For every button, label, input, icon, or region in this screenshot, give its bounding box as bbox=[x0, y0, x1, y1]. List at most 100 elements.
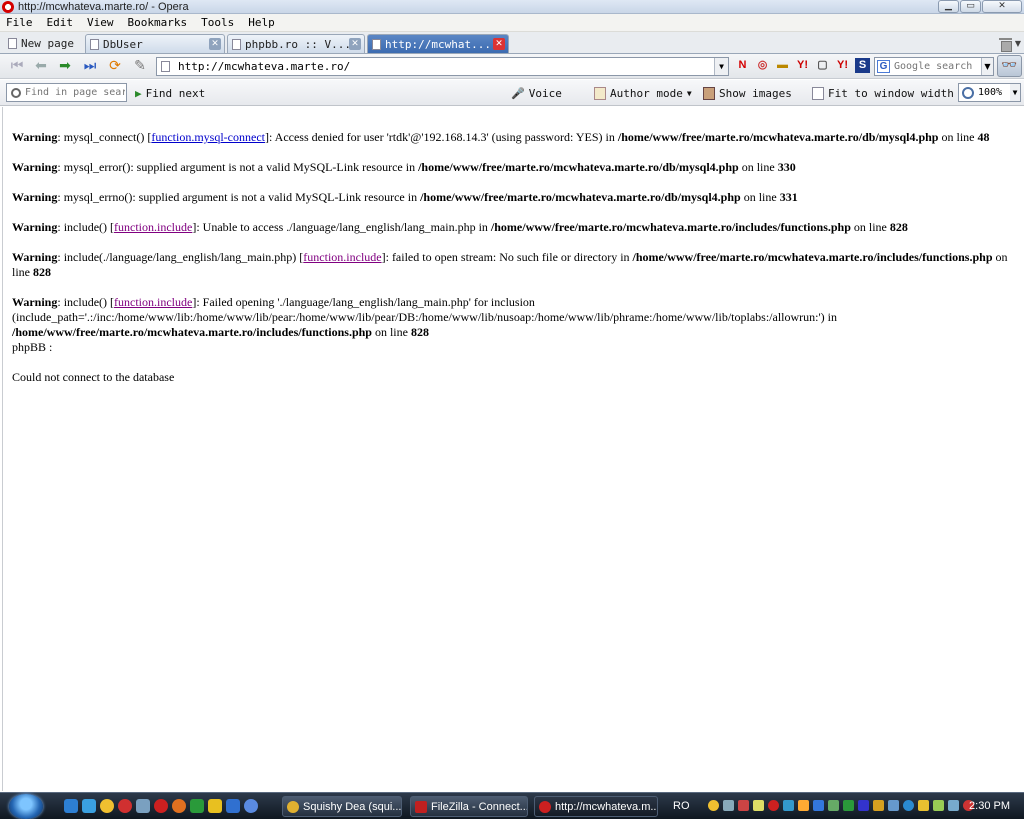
yahoo-icon[interactable]: Y! bbox=[795, 58, 810, 73]
tab-new-page[interactable]: New page bbox=[4, 34, 84, 53]
fit-width-button[interactable]: Fit to window width bbox=[812, 85, 954, 101]
function-link[interactable]: function.include bbox=[303, 250, 381, 264]
service-icon[interactable]: S bbox=[855, 58, 870, 73]
menu-tools[interactable]: Tools bbox=[201, 16, 234, 29]
tray-icon[interactable] bbox=[813, 800, 824, 811]
author-mode-button[interactable]: Author mode ▼ bbox=[594, 85, 692, 101]
show-images-button[interactable]: Show images bbox=[703, 85, 792, 101]
voice-button[interactable]: 🎤 Voice bbox=[511, 85, 562, 101]
function-link[interactable]: function.include bbox=[114, 220, 192, 234]
opera-icon[interactable] bbox=[154, 799, 168, 813]
tray-icon[interactable] bbox=[723, 800, 734, 811]
chevron-down-icon[interactable]: ▼ bbox=[1010, 84, 1020, 101]
voice-label: Voice bbox=[528, 86, 562, 100]
internet-explorer-icon[interactable] bbox=[64, 799, 78, 813]
menu-help[interactable]: Help bbox=[248, 16, 275, 29]
find-input[interactable] bbox=[25, 87, 125, 98]
minimize-button[interactable]: ▁ bbox=[938, 0, 959, 13]
excel-icon[interactable] bbox=[190, 799, 204, 813]
tray-icon[interactable] bbox=[708, 800, 719, 811]
language-indicator[interactable]: RO bbox=[673, 800, 690, 812]
menu-bookmarks[interactable]: Bookmarks bbox=[128, 16, 188, 29]
close-tab-icon[interactable]: ✕ bbox=[349, 38, 361, 50]
warning-text: on line bbox=[938, 130, 978, 144]
glasses-icon[interactable]: 👓 bbox=[997, 55, 1022, 77]
menu-file[interactable]: File bbox=[6, 16, 33, 29]
file-path: /home/www/free/marte.ro/mcwhateva.marte.… bbox=[617, 130, 939, 144]
warning-text: : include() [ bbox=[57, 220, 115, 234]
tray-icon[interactable] bbox=[918, 800, 929, 811]
quicklaunch-icon[interactable] bbox=[136, 799, 150, 813]
start-button[interactable] bbox=[9, 794, 43, 819]
n-service-icon[interactable]: N bbox=[735, 58, 750, 73]
function-link[interactable]: function.include bbox=[114, 295, 192, 309]
chevron-down-icon[interactable]: ▼ bbox=[1015, 39, 1021, 48]
quicklaunch-icon[interactable] bbox=[118, 799, 132, 813]
tray-icon[interactable] bbox=[798, 800, 809, 811]
quicklaunch-icon[interactable] bbox=[82, 799, 96, 813]
tray-icon[interactable] bbox=[768, 800, 779, 811]
warning-message: Warning: mysql_errno(): supplied argumen… bbox=[12, 190, 1016, 205]
tab-phpbb[interactable]: phpbb.ro :: V... ✕ bbox=[227, 34, 365, 53]
forward-arrow-icon[interactable]: ➡ bbox=[56, 58, 74, 74]
phpbb-label: phpBB : bbox=[12, 340, 53, 354]
address-bar[interactable]: http://mcwhateva.marte.ro/ ▼ bbox=[156, 57, 729, 76]
menu-view[interactable]: View bbox=[87, 16, 114, 29]
search-input[interactable] bbox=[894, 61, 980, 72]
close-button[interactable]: ✕ bbox=[982, 0, 1022, 13]
tray-icon[interactable] bbox=[873, 800, 884, 811]
taskbar-item-opera[interactable]: http://mcwhateva.m... bbox=[534, 796, 658, 817]
tray-icon[interactable] bbox=[783, 800, 794, 811]
service-icon[interactable]: ▢ bbox=[815, 58, 830, 73]
tray-icon[interactable] bbox=[828, 800, 839, 811]
search-box[interactable]: G ▼ bbox=[874, 57, 994, 76]
file-path: /home/www/free/marte.ro/mcwhateva.marte.… bbox=[418, 160, 739, 174]
reload-icon[interactable]: ⟳ bbox=[106, 58, 124, 74]
tray-icon[interactable] bbox=[738, 800, 749, 811]
line-number: 48 bbox=[977, 130, 990, 144]
tray-icon[interactable] bbox=[903, 800, 914, 811]
maximize-button[interactable]: ▭ bbox=[960, 0, 981, 13]
play-icon: ▶ bbox=[135, 86, 142, 100]
tray-icon[interactable] bbox=[933, 800, 944, 811]
rewind-icon[interactable]: ⏮ bbox=[8, 58, 26, 74]
microphone-icon: 🎤 bbox=[511, 86, 525, 100]
tray-icon[interactable] bbox=[858, 800, 869, 811]
close-tab-icon[interactable]: ✕ bbox=[493, 38, 505, 50]
quicklaunch-icon[interactable] bbox=[244, 799, 258, 813]
taskbar-item-squishy[interactable]: Squishy Dea (squi... bbox=[282, 796, 402, 817]
trash-icon[interactable] bbox=[999, 36, 1012, 52]
title-bar: http://mcwhateva.marte.ro/ - Opera ▁ ▭ ✕ bbox=[0, 0, 1024, 14]
function-link[interactable]: function.mysql-connect bbox=[151, 130, 265, 144]
close-tab-icon[interactable]: ✕ bbox=[209, 38, 221, 50]
tab-dbuser[interactable]: DbUser ✕ bbox=[85, 34, 225, 53]
quicklaunch-icon[interactable] bbox=[226, 799, 240, 813]
tray-icon[interactable] bbox=[948, 800, 959, 811]
yahoo-icon[interactable]: Y! bbox=[835, 58, 850, 73]
find-next-button[interactable]: ▶ Find next bbox=[135, 85, 205, 101]
menu-edit[interactable]: Edit bbox=[47, 16, 74, 29]
warning-label: Warning bbox=[12, 295, 58, 309]
tray-icon[interactable] bbox=[843, 800, 854, 811]
edit-pencil-icon[interactable]: ✎ bbox=[131, 58, 149, 74]
smiley-icon[interactable] bbox=[100, 799, 114, 813]
taskbar-item-filezilla[interactable]: FileZilla - Connect... bbox=[410, 796, 528, 817]
document-icon bbox=[594, 86, 606, 100]
back-arrow-icon[interactable]: ⬅ bbox=[32, 58, 50, 74]
fast-forward-icon[interactable]: ⏭ bbox=[81, 58, 99, 74]
quicklaunch-icon[interactable] bbox=[208, 799, 222, 813]
chevron-down-icon[interactable]: ▼ bbox=[714, 58, 728, 75]
zoom-select[interactable]: 100% ▼ bbox=[958, 83, 1021, 102]
firefox-icon[interactable] bbox=[172, 799, 186, 813]
page-icon bbox=[90, 38, 99, 50]
chevron-down-icon[interactable]: ▼ bbox=[981, 58, 993, 75]
find-box[interactable] bbox=[6, 83, 127, 102]
service-icon[interactable]: ▬ bbox=[775, 58, 790, 73]
service-icon[interactable]: ◎ bbox=[755, 58, 770, 73]
warning-label: Warning bbox=[12, 190, 58, 204]
messenger-icon bbox=[287, 800, 299, 813]
tab-mcwhateva[interactable]: http://mcwhat... ✕ bbox=[367, 34, 509, 53]
fit-width-label: Fit to window width bbox=[828, 86, 954, 100]
tray-icon[interactable] bbox=[753, 800, 764, 811]
tray-icon[interactable] bbox=[888, 800, 899, 811]
